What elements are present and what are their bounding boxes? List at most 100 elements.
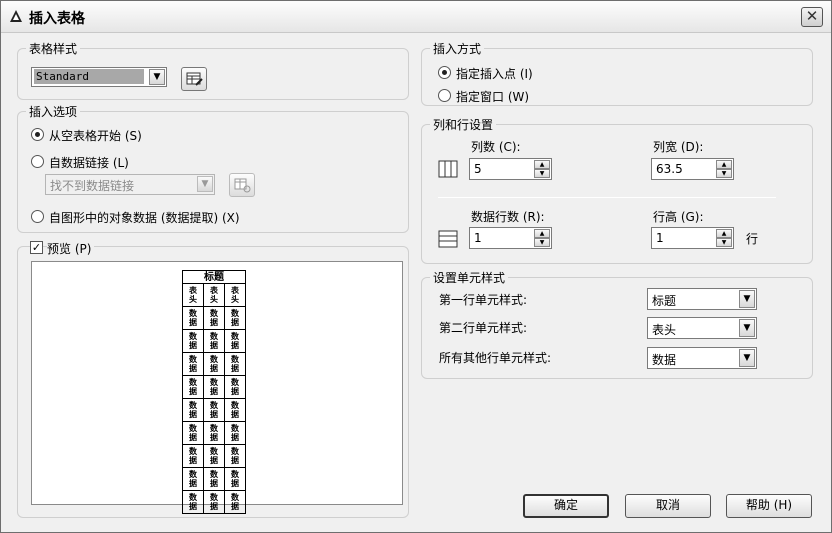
data-link-select[interactable]: 找不到数据链接 ▼ xyxy=(45,174,215,195)
chevron-down-icon[interactable]: ▼ xyxy=(739,319,755,337)
preview-table-header-cell: 表头 xyxy=(203,283,225,307)
preview-table-title: 标题 xyxy=(182,270,246,284)
preview-table-data-cell: 数据 xyxy=(203,421,225,445)
ok-button[interactable]: 确定 xyxy=(523,494,609,518)
preview-table-data-cell: 数据 xyxy=(182,398,204,422)
preview-table: 标题 表头表头表头数据数据数据数据数据数据数据数据数据数据数据数据数据数据数据数… xyxy=(182,270,246,514)
second-row-style-select[interactable]: 表头 ▼ xyxy=(647,317,757,339)
preview-label[interactable]: 预览 (P) xyxy=(47,240,95,257)
radio-empty-table-label[interactable]: 从空表格开始 (S) xyxy=(49,127,142,144)
preview-checkbox[interactable]: ✓ xyxy=(30,241,43,254)
preview-table-data-cell: 数据 xyxy=(203,306,225,330)
preview-table-data-cell: 数据 xyxy=(224,444,246,468)
preview-table-data-cell: 数据 xyxy=(182,375,204,399)
chevron-down-icon[interactable]: ▼ xyxy=(149,69,165,85)
preview-table-data-cell: 数据 xyxy=(182,444,204,468)
radio-data-extraction[interactable] xyxy=(31,210,44,223)
chevron-down-icon[interactable]: ▼ xyxy=(739,290,755,308)
column-width-label: 列宽 (D): xyxy=(653,140,704,154)
insert-method-legend: 插入方式 xyxy=(430,40,485,57)
insert-table-dialog: 插入表格 ✕ 表格样式 Standard ▼ 插入选项 从空表格开始 (S) 自… xyxy=(0,0,832,533)
data-rows-value: 1 xyxy=(474,231,482,245)
preview-table-data-cell: 数据 xyxy=(182,421,204,445)
radio-data-link[interactable] xyxy=(31,155,44,168)
preview-table-data-cell: 数据 xyxy=(182,467,204,491)
preview-table-data-cell: 数据 xyxy=(224,352,246,376)
data-link-manager-button[interactable] xyxy=(229,173,255,197)
chevron-down-icon[interactable]: ▼ xyxy=(739,349,755,367)
preview-table-header-cell: 表头 xyxy=(182,283,204,307)
data-link-manager-icon xyxy=(234,178,251,193)
data-rows-stepper[interactable]: 1 ▲ ▼ xyxy=(469,227,552,249)
preview-table-data-cell: 数据 xyxy=(203,444,225,468)
second-row-style-label: 第二行单元样式: xyxy=(439,321,528,335)
other-rows-style-value: 数据 xyxy=(652,353,677,367)
preview-table-data-cell: 数据 xyxy=(182,306,204,330)
autocad-logo-icon xyxy=(10,10,22,22)
preview-table-data-cell: 数据 xyxy=(224,398,246,422)
column-width-value: 63.5 xyxy=(656,162,683,176)
window-title: 插入表格 xyxy=(29,11,85,27)
preview-table-data-cell: 数据 xyxy=(224,421,246,445)
preview-table-data-cell: 数据 xyxy=(224,490,246,514)
close-button[interactable]: ✕ xyxy=(801,7,823,27)
column-row-legend: 列和行设置 xyxy=(430,116,497,133)
help-button[interactable]: 帮助 (H) xyxy=(726,494,812,518)
preview-table-data-cell: 数据 xyxy=(203,398,225,422)
columns-stepper[interactable]: 5 ▲ ▼ xyxy=(469,158,552,180)
radio-window[interactable] xyxy=(438,89,451,102)
data-rows-up-button[interactable]: ▲ xyxy=(534,229,550,238)
table-style-select[interactable]: Standard ▼ xyxy=(31,67,167,87)
chevron-down-icon[interactable]: ▼ xyxy=(197,176,213,192)
rows-icon xyxy=(438,230,458,248)
preview-table-header-cell: 表头 xyxy=(224,283,246,307)
columns-up-button[interactable]: ▲ xyxy=(534,160,550,169)
radio-window-label[interactable]: 指定窗口 (W) xyxy=(456,88,529,105)
preview-table-data-cell: 数据 xyxy=(182,352,204,376)
first-row-style-select[interactable]: 标题 ▼ xyxy=(647,288,757,310)
cancel-button[interactable]: 取消 xyxy=(625,494,711,518)
first-row-style-label: 第一行单元样式: xyxy=(439,293,528,307)
row-height-stepper[interactable]: 1 ▲ ▼ xyxy=(651,227,734,249)
radio-insertion-point[interactable] xyxy=(438,66,451,79)
second-row-style-value: 表头 xyxy=(652,323,677,337)
insert-options-legend: 插入选项 xyxy=(26,103,81,120)
row-height-label: 行高 (G): xyxy=(653,210,704,224)
data-rows-label: 数据行数 (R): xyxy=(471,210,545,224)
column-width-stepper[interactable]: 63.5 ▲ ▼ xyxy=(651,158,734,180)
title-bar[interactable]: 插入表格 ✕ xyxy=(1,1,831,33)
preview-table-data-cell: 数据 xyxy=(203,490,225,514)
preview-table-data-cell: 数据 xyxy=(203,375,225,399)
preview-table-data-cell: 数据 xyxy=(224,329,246,353)
row-height-down-button[interactable]: ▼ xyxy=(716,238,732,247)
first-row-style-value: 标题 xyxy=(652,294,677,308)
radio-data-extraction-label[interactable]: 自图形中的对象数据 (数据提取) (X) xyxy=(49,209,240,226)
row-height-value: 1 xyxy=(656,231,664,245)
preview-table-data-cell: 数据 xyxy=(203,467,225,491)
data-rows-down-button[interactable]: ▼ xyxy=(534,238,550,247)
radio-data-link-label[interactable]: 自数据链接 (L) xyxy=(49,154,129,171)
preview-table-data-cell: 数据 xyxy=(203,329,225,353)
data-link-placeholder: 找不到数据链接 xyxy=(50,179,135,193)
table-style-legend: 表格样式 xyxy=(26,40,81,57)
preview-table-data-cell: 数据 xyxy=(182,329,204,353)
column-width-down-button[interactable]: ▼ xyxy=(716,169,732,178)
cell-styles-legend: 设置单元样式 xyxy=(430,269,509,286)
preview-area: 标题 表头表头表头数据数据数据数据数据数据数据数据数据数据数据数据数据数据数据数… xyxy=(31,261,403,514)
other-rows-style-label: 所有其他行单元样式: xyxy=(439,351,552,365)
preview-table-data-cell: 数据 xyxy=(224,375,246,399)
column-row-separator xyxy=(438,197,776,198)
table-style-edit-icon xyxy=(186,72,203,86)
columns-icon xyxy=(438,160,458,178)
columns-value: 5 xyxy=(474,162,482,176)
columns-down-button[interactable]: ▼ xyxy=(534,169,550,178)
preview-table-data-cell: 数据 xyxy=(203,352,225,376)
other-rows-style-select[interactable]: 数据 ▼ xyxy=(647,347,757,369)
table-style-selected: Standard xyxy=(34,69,144,84)
radio-empty-table[interactable] xyxy=(31,128,44,141)
radio-insertion-point-label[interactable]: 指定插入点 (I) xyxy=(456,65,533,82)
table-style-dialog-button[interactable] xyxy=(181,67,207,91)
column-width-up-button[interactable]: ▲ xyxy=(716,160,732,169)
preview-table-data-cell: 数据 xyxy=(224,467,246,491)
row-height-up-button[interactable]: ▲ xyxy=(716,229,732,238)
